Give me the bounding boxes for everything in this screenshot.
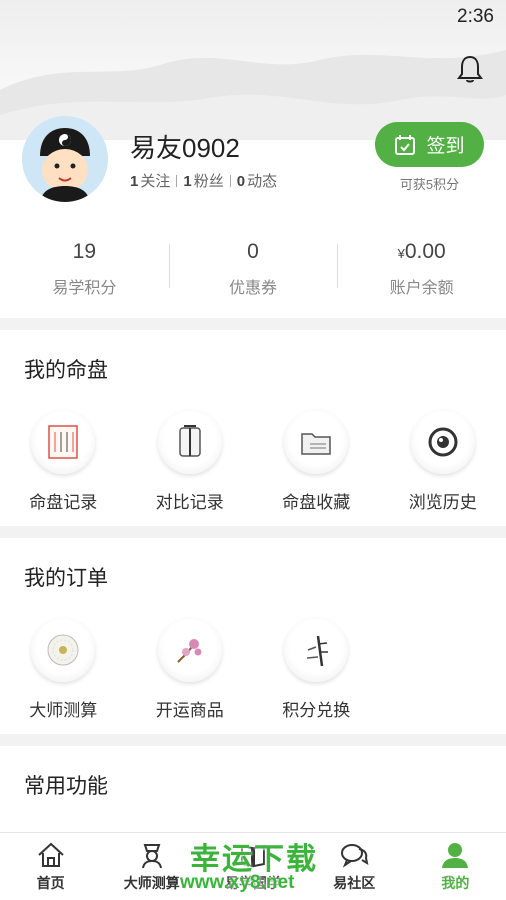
tab-community[interactable]: 易社区 xyxy=(304,833,405,900)
points-exchange-item[interactable]: 积分兑换 xyxy=(253,618,380,721)
username: 易友0902 xyxy=(130,133,240,163)
user-icon xyxy=(442,843,469,868)
scroll-record-icon xyxy=(31,410,96,474)
tab-label: 首页 xyxy=(36,875,65,891)
stat-points[interactable]: 19 易学积分 xyxy=(0,240,169,300)
chat-icon xyxy=(341,844,369,868)
icon-label: 对比记录 xyxy=(155,493,224,512)
stat-coupons[interactable]: 0 优惠券 xyxy=(168,240,338,300)
chart-favorites-item[interactable]: 命盘收藏 xyxy=(253,410,380,513)
avatar-face-icon xyxy=(22,116,108,202)
section-divider xyxy=(0,526,506,538)
book-icon xyxy=(241,844,265,868)
icon-label: 命盘收藏 xyxy=(282,493,351,512)
section-divider xyxy=(0,318,506,330)
tab-label: 易学国学 xyxy=(225,875,281,891)
icon-label: 浏览历史 xyxy=(408,493,477,512)
tab-label: 易社区 xyxy=(333,875,376,891)
avatar[interactable] xyxy=(22,116,108,202)
signin-hint: 可获5积分 xyxy=(399,177,460,192)
bamboo-icon xyxy=(284,618,349,682)
plum-blossom-icon xyxy=(157,618,222,682)
calendar-check-icon xyxy=(395,134,416,155)
account-stats: 19 易学积分 0 优惠券 ¥0.00 账户余额 xyxy=(0,240,506,300)
bell-icon[interactable] xyxy=(456,54,484,84)
status-time: 2:36 xyxy=(457,6,494,27)
bottom-tab-bar: 首页 大师测算 易学国学 易社区 我的 xyxy=(0,832,506,900)
following-link[interactable]: 1 关注 xyxy=(130,170,170,191)
stat-points-value: 19 xyxy=(72,240,97,263)
stat-coupons-label: 优惠券 xyxy=(229,280,278,297)
tab-master-reading[interactable]: 大师测算 xyxy=(101,833,202,900)
browse-history-item[interactable]: 浏览历史 xyxy=(380,410,506,513)
compare-scroll-icon xyxy=(157,410,222,474)
compare-records-item[interactable]: 对比记录 xyxy=(127,410,254,513)
tab-label: 我的 xyxy=(441,875,470,891)
chart-records-item[interactable]: 命盘记录 xyxy=(0,410,127,513)
my-charts-section: 我的命盘 命盘记录 对比记录 命盘收藏 浏览历史 xyxy=(0,330,506,526)
icon-label: 命盘记录 xyxy=(29,493,98,512)
section-title: 常用功能 xyxy=(24,775,108,798)
master-icon xyxy=(141,844,162,869)
tab-mine[interactable]: 我的 xyxy=(405,833,506,900)
follow-stats: 1 关注 1 粉丝 0 动态 xyxy=(130,170,277,191)
profile-header: 2:36 易友0902 1 关注 1 粉丝 0 动态 签到 可获5积分 19 易… xyxy=(0,0,506,318)
icon-label: 开运商品 xyxy=(155,701,224,720)
icon-label: 大师测算 xyxy=(29,701,98,720)
tab-label: 大师测算 xyxy=(123,875,180,891)
fortune-products-item[interactable]: 开运商品 xyxy=(127,618,254,721)
folder-collection-icon xyxy=(284,410,349,474)
stat-points-label: 易学积分 xyxy=(52,280,117,297)
master-reading-item[interactable]: 大师测算 xyxy=(0,618,127,721)
eye-history-icon xyxy=(410,410,475,474)
jade-disc-icon xyxy=(31,618,96,682)
home-icon xyxy=(37,842,64,867)
tab-studies[interactable]: 易学国学 xyxy=(202,833,303,900)
divider xyxy=(229,174,231,187)
tab-home[interactable]: 首页 xyxy=(0,833,101,900)
signin-button[interactable]: 签到 xyxy=(375,122,484,167)
stat-balance[interactable]: ¥0.00 账户余额 xyxy=(337,240,506,300)
stat-balance-value: ¥0.00 xyxy=(397,240,446,263)
stat-coupons-value: 0 xyxy=(247,240,259,263)
posts-link[interactable]: 0 动态 xyxy=(237,170,277,191)
stat-balance-label: 账户余额 xyxy=(389,280,454,297)
common-functions-section: 常用功能 xyxy=(0,746,506,832)
section-title: 我的命盘 xyxy=(24,359,108,382)
divider xyxy=(176,174,178,187)
section-title: 我的订单 xyxy=(24,567,108,590)
fans-link[interactable]: 1 粉丝 xyxy=(183,170,223,191)
my-orders-section: 我的订单 大师测算 开运商品 积分兑换 xyxy=(0,538,506,734)
section-divider xyxy=(0,734,506,746)
signin-label: 签到 xyxy=(426,136,465,157)
icon-label: 积分兑换 xyxy=(282,701,351,720)
